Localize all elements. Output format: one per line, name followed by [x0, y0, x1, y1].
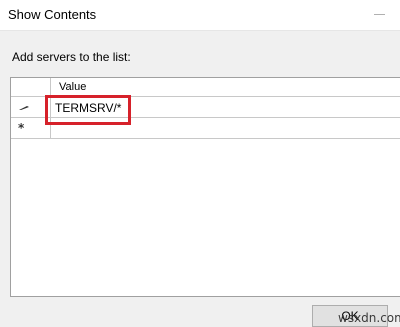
window-title: Show Contents — [8, 7, 97, 22]
row-header-editing[interactable] — [11, 97, 51, 118]
value-column-header[interactable]: Value — [51, 78, 400, 97]
grid-corner-header — [11, 78, 51, 97]
asterisk-icon: * — [18, 121, 25, 135]
list-prompt-label: Add servers to the list: — [12, 50, 131, 64]
row-header-new[interactable]: * — [11, 118, 51, 139]
pencil-icon — [19, 106, 29, 110]
title-bar: Show Contents — [0, 0, 400, 30]
value-cell[interactable]: TERMSRV/* — [51, 97, 400, 118]
value-column-label: Value — [59, 81, 87, 93]
new-value-cell[interactable] — [51, 118, 400, 139]
value-cell-text: TERMSRV/* — [55, 101, 122, 115]
value-grid[interactable]: Value TERMSRV/* * — [10, 77, 400, 297]
minimize-icon — [374, 14, 385, 15]
minimize-button[interactable] — [360, 0, 400, 30]
watermark-text: wsxdn.com — [338, 311, 400, 325]
title-separator — [0, 30, 400, 31]
